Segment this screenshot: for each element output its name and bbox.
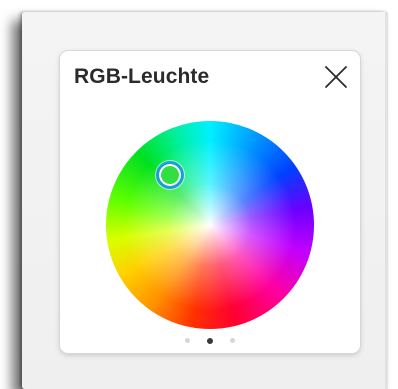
page-indicator [60, 337, 360, 344]
page-dot-2-active[interactable] [207, 337, 213, 344]
screen: RGB-Leuchte [0, 0, 398, 389]
color-wheel[interactable] [106, 121, 314, 329]
page-dot-1[interactable] [185, 338, 190, 343]
close-button[interactable] [324, 65, 348, 89]
close-icon [325, 66, 347, 88]
panel-title: RGB-Leuchte [74, 65, 210, 88]
color-wheel-area [106, 121, 314, 329]
rgb-light-panel: RGB-Leuchte [60, 51, 360, 353]
color-picker-handle[interactable] [156, 161, 184, 189]
page-dot-3[interactable] [230, 338, 235, 343]
